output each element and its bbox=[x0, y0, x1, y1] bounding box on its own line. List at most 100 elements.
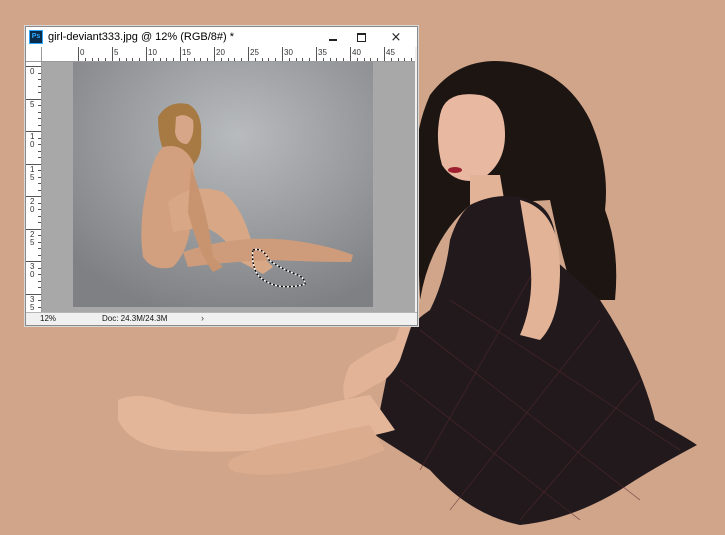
ruler-major-tick bbox=[180, 47, 181, 61]
ruler-minor-tick bbox=[200, 58, 202, 61]
ruler-minor-tick bbox=[193, 58, 195, 61]
close-icon: × bbox=[390, 29, 402, 45]
ruler-minor-tick bbox=[207, 58, 209, 61]
close-button[interactable]: × bbox=[375, 27, 417, 47]
ruler-minor-tick bbox=[288, 58, 290, 61]
ruler-minor-tick bbox=[38, 144, 41, 145]
zoom-level-field[interactable]: 12% bbox=[40, 314, 56, 323]
ruler-label: 10 bbox=[30, 132, 35, 149]
ruler-minor-tick bbox=[38, 241, 41, 243]
status-bar: 12% Doc: 24.3M/24.3M › bbox=[26, 312, 417, 325]
ruler-minor-tick bbox=[38, 306, 41, 308]
ruler-minor-tick bbox=[38, 92, 41, 93]
ruler-minor-tick bbox=[322, 58, 324, 61]
ruler-minor-tick bbox=[275, 58, 277, 61]
ruler-label: 35 bbox=[318, 48, 327, 57]
ruler-minor-tick bbox=[38, 118, 41, 119]
ruler-minor-tick bbox=[38, 254, 41, 256]
ruler-minor-tick bbox=[370, 58, 372, 61]
ruler-minor-tick bbox=[38, 267, 41, 269]
window-titlebar[interactable]: Ps girl-deviant333.jpg @ 12% (RGB/8#) * … bbox=[26, 27, 417, 47]
ruler-minor-tick bbox=[227, 58, 229, 61]
ruler-minor-tick bbox=[38, 222, 41, 223]
ruler-minor-tick bbox=[38, 72, 41, 74]
ruler-minor-tick bbox=[38, 235, 41, 236]
ruler-minor-tick bbox=[38, 111, 41, 113]
ruler-minor-tick bbox=[295, 58, 297, 61]
ruler-minor-tick bbox=[329, 58, 331, 61]
ruler-major-tick bbox=[78, 47, 79, 61]
ruler-major-tick bbox=[350, 47, 351, 61]
minimize-icon bbox=[329, 38, 337, 41]
minimize-button[interactable] bbox=[319, 27, 347, 47]
ruler-minor-tick bbox=[118, 58, 120, 61]
ruler-minor-tick bbox=[302, 58, 304, 61]
ruler-minor-tick bbox=[38, 79, 41, 80]
ruler-minor-tick bbox=[38, 157, 41, 158]
ruler-minor-tick bbox=[38, 300, 41, 301]
maximize-icon bbox=[356, 32, 366, 42]
horizontal-ruler[interactable]: 0 5 10 15 20 25 30 35 40 45 bbox=[42, 47, 415, 62]
ruler-label: 0 bbox=[80, 48, 85, 57]
ruler-minor-tick bbox=[166, 58, 168, 61]
ruler-label: 30 bbox=[30, 262, 35, 279]
ruler-minor-tick bbox=[91, 58, 93, 61]
ruler-minor-tick bbox=[132, 58, 134, 61]
figure-lips bbox=[448, 167, 462, 173]
ruler-label: 35 bbox=[30, 294, 35, 312]
ruler-minor-tick bbox=[241, 58, 243, 61]
ruler-minor-tick bbox=[38, 150, 41, 152]
ruler-minor-tick bbox=[38, 170, 41, 171]
ruler-label: 15 bbox=[30, 164, 35, 182]
document-title: girl-deviant333.jpg @ 12% (RGB/8#) * bbox=[48, 31, 235, 43]
document-window[interactable]: Ps girl-deviant333.jpg @ 12% (RGB/8#) * … bbox=[25, 26, 418, 326]
ruler-minor-tick bbox=[397, 58, 399, 61]
ruler-label: 10 bbox=[148, 48, 157, 57]
ruler-label: 30 bbox=[284, 48, 293, 57]
ruler-label: 40 bbox=[352, 48, 361, 57]
photo-backdrop bbox=[73, 62, 373, 307]
status-menu-arrow-icon[interactable]: › bbox=[201, 313, 204, 323]
document-photo bbox=[73, 62, 373, 307]
ruler-minor-tick bbox=[234, 58, 236, 61]
ruler-label: 45 bbox=[386, 48, 395, 57]
ruler-minor-tick bbox=[261, 58, 263, 61]
ruler-label: 20 bbox=[30, 197, 35, 214]
ruler-minor-tick bbox=[38, 215, 41, 217]
ruler-minor-tick bbox=[38, 85, 41, 87]
window-controls: × bbox=[319, 27, 417, 47]
ruler-minor-tick bbox=[38, 124, 41, 126]
ruler-minor-tick bbox=[38, 183, 41, 184]
document-size-info[interactable]: Doc: 24.3M/24.3M bbox=[102, 314, 167, 323]
ruler-minor-tick bbox=[363, 58, 365, 61]
ruler-minor-tick bbox=[38, 274, 41, 275]
ruler-minor-tick bbox=[38, 202, 41, 204]
ruler-minor-tick bbox=[377, 58, 379, 61]
ruler-label: 0 bbox=[30, 67, 35, 76]
ruler-minor-tick bbox=[38, 209, 41, 210]
ruler-major-tick bbox=[384, 47, 385, 61]
ruler-major-tick bbox=[112, 47, 113, 61]
maximize-button[interactable] bbox=[347, 27, 375, 47]
ruler-minor-tick bbox=[159, 58, 161, 61]
ruler-minor-tick bbox=[268, 58, 270, 61]
ruler-minor-tick bbox=[38, 105, 41, 106]
ruler-minor-tick bbox=[404, 58, 406, 61]
ruler-minor-tick bbox=[38, 280, 41, 282]
canvas-area[interactable] bbox=[42, 62, 415, 312]
ruler-minor-tick bbox=[152, 58, 154, 61]
ruler-major-tick bbox=[282, 47, 283, 61]
ruler-minor-tick bbox=[125, 58, 127, 61]
ruler-minor-tick bbox=[38, 176, 41, 178]
ruler-origin[interactable] bbox=[26, 47, 42, 62]
vertical-ruler[interactable]: 0 5 10 15 20 25 30 35 bbox=[26, 62, 42, 312]
ruler-minor-tick bbox=[390, 58, 392, 61]
ruler-minor-tick bbox=[356, 58, 358, 61]
ruler-minor-tick bbox=[84, 58, 86, 61]
ruler-minor-tick bbox=[38, 287, 41, 288]
ruler-minor-tick bbox=[254, 58, 256, 61]
photoshop-icon: Ps bbox=[29, 30, 43, 44]
ruler-major-tick bbox=[214, 47, 215, 61]
ruler-minor-tick bbox=[220, 58, 222, 61]
ruler-major-tick bbox=[146, 47, 147, 61]
